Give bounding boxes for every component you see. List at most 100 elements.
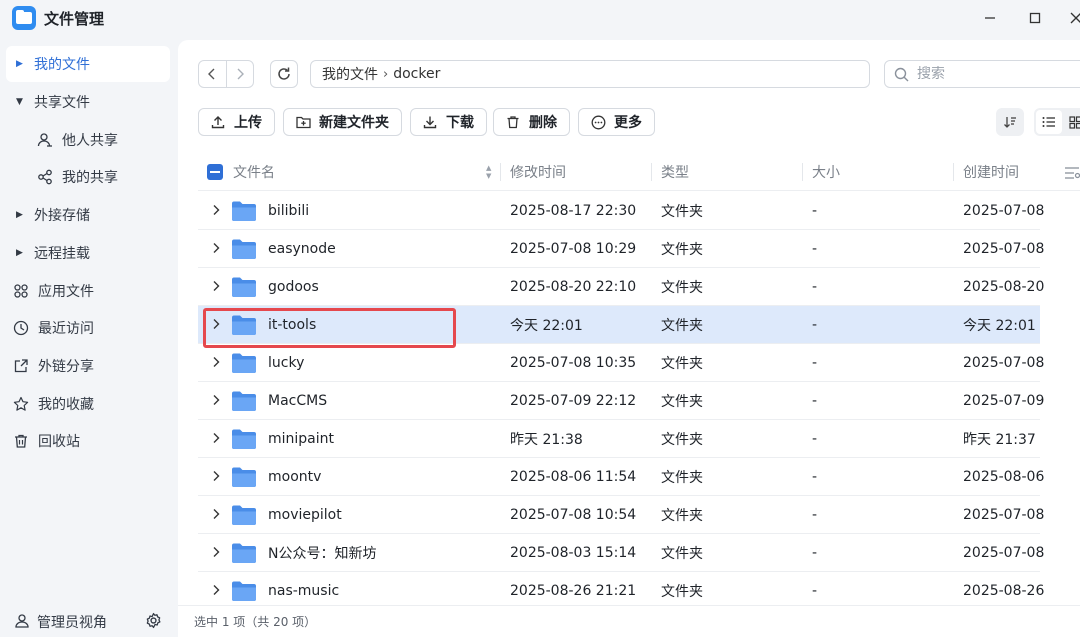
delete-button[interactable]: 删除 — [493, 108, 570, 136]
caret-down-icon[interactable]: ▼ — [16, 97, 30, 107]
column-header-size[interactable]: 大小 — [812, 153, 840, 191]
sidebar-item-recycle-bin[interactable]: 回收站 — [6, 423, 170, 459]
file-name[interactable]: minipaint — [268, 420, 334, 458]
delete-label: 删除 — [529, 115, 557, 131]
expand-chevron-icon[interactable] — [210, 545, 222, 559]
created-time: 2025-07-08 — [963, 203, 1045, 219]
column-header-created[interactable]: 创建时间 — [963, 153, 1019, 191]
expand-chevron-icon[interactable] — [210, 469, 222, 483]
sidebar-item-shared-files[interactable]: ▼ 共享文件 — [6, 84, 170, 120]
table-row[interactable]: moviepilot 2025-07-08 10:54 文件夹 - 2025-0… — [198, 496, 1044, 534]
column-header-type[interactable]: 类型 — [661, 153, 689, 191]
file-name[interactable]: moviepilot — [268, 496, 342, 534]
breadcrumb-separator: › — [383, 66, 389, 82]
more-icon — [590, 115, 606, 130]
folder-icon — [231, 466, 257, 488]
app-title: 文件管理 — [44, 10, 105, 28]
expand-chevron-icon[interactable] — [210, 241, 222, 255]
expand-chevron-icon[interactable] — [210, 203, 222, 217]
sort-arrows-icon[interactable]: ▲ ▼ — [486, 164, 491, 180]
forward-button[interactable] — [225, 61, 254, 87]
upload-button[interactable]: 上传 — [198, 108, 275, 136]
sidebar-item-label: 远程挂载 — [34, 246, 90, 262]
sort-button[interactable] — [996, 108, 1024, 136]
table-row[interactable]: moontv 2025-08-06 11:54 文件夹 - 2025-08-06 — [198, 458, 1044, 496]
breadcrumb[interactable]: 我的文件 › docker — [310, 60, 870, 88]
sidebar-item-favorites[interactable]: 我的收藏 — [6, 386, 170, 422]
sidebar-item-my-files[interactable]: ▶ 我的文件 — [6, 46, 170, 82]
expand-chevron-icon[interactable] — [210, 583, 222, 597]
sidebar-item-external-share[interactable]: 外链分享 — [6, 348, 170, 384]
new-folder-button[interactable]: 新建文件夹 — [283, 108, 402, 136]
file-name[interactable]: MacCMS — [268, 382, 327, 420]
breadcrumb-item-my-files[interactable]: 我的文件 — [322, 64, 378, 84]
expand-chevron-icon[interactable] — [210, 393, 222, 407]
sidebar: ▶ 我的文件 ▼ 共享文件 他人共享 我的共享 ▶ 外接存储 ▶ 远程挂载 应用… — [0, 36, 178, 637]
search-box[interactable] — [884, 60, 1080, 88]
chevron-left-icon — [208, 68, 215, 80]
file-name[interactable]: lucky — [268, 344, 304, 382]
grid-view-button[interactable] — [1062, 110, 1080, 134]
status-bar: 选中 1 项（共 20 项） — [178, 605, 1080, 637]
list-view-button[interactable] — [1036, 110, 1062, 134]
apps-icon — [12, 283, 30, 299]
modified-time: 2025-08-06 11:54 — [510, 469, 637, 485]
folder-icon — [231, 352, 257, 374]
search-input[interactable] — [917, 66, 1067, 82]
column-settings-icon[interactable] — [1064, 166, 1080, 184]
sidebar-item-remote-mount[interactable]: ▶ 远程挂载 — [6, 235, 170, 271]
table-row[interactable]: lucky 2025-07-08 10:35 文件夹 - 2025-07-08 — [198, 344, 1044, 382]
table-row[interactable]: minipaint 昨天 21:38 文件夹 - 昨天 21:37 — [198, 420, 1040, 458]
caret-right-icon[interactable]: ▶ — [16, 210, 30, 220]
back-button[interactable] — [199, 61, 226, 87]
modified-time: 2025-07-09 22:12 — [510, 393, 637, 409]
gear-icon[interactable] — [145, 612, 162, 633]
file-name[interactable]: easynode — [268, 230, 336, 268]
column-divider — [500, 163, 501, 181]
expand-chevron-icon[interactable] — [210, 279, 222, 293]
title-bar: 文件管理 — [0, 0, 1080, 36]
caret-right-icon[interactable]: ▶ — [16, 248, 30, 258]
file-manager-logo-icon — [12, 6, 36, 30]
download-button[interactable]: 下载 — [410, 108, 487, 136]
table-row[interactable]: godoos 2025-08-20 22:10 文件夹 - 2025-08-20 — [198, 268, 1044, 306]
admin-user-icon — [14, 613, 30, 633]
download-label: 下载 — [446, 115, 474, 131]
table-row[interactable]: N公众号：知新坊 2025-08-03 15:14 文件夹 - 2025-07-… — [198, 534, 1044, 572]
search-icon — [894, 67, 909, 81]
admin-view-toggle[interactable]: 管理员视角 — [37, 612, 107, 632]
sidebar-item-recent[interactable]: 最近访问 — [6, 310, 170, 346]
expand-chevron-icon[interactable] — [210, 355, 222, 369]
sidebar-item-label: 外接存储 — [34, 208, 90, 224]
refresh-button[interactable] — [270, 60, 298, 88]
upload-icon — [210, 115, 226, 129]
file-name[interactable]: godoos — [268, 268, 319, 306]
breadcrumb-item-docker[interactable]: docker — [393, 66, 440, 82]
select-all-checkbox[interactable] — [207, 164, 223, 180]
column-header-name[interactable]: 文件名 — [233, 153, 275, 191]
table-row[interactable]: MacCMS 2025-07-09 22:12 文件夹 - 2025-07-09 — [198, 382, 1044, 420]
folder-icon — [231, 238, 257, 260]
column-header-modified[interactable]: 修改时间 — [510, 153, 566, 191]
expand-chevron-icon[interactable] — [210, 507, 222, 521]
expand-chevron-icon[interactable] — [210, 431, 222, 445]
file-name[interactable]: N公众号：知新坊 — [268, 534, 376, 572]
more-button[interactable]: 更多 — [578, 108, 655, 136]
file-name[interactable]: moontv — [268, 458, 321, 496]
sidebar-item-label: 最近访问 — [38, 321, 94, 337]
sidebar-item-others-shared[interactable]: 他人共享 — [6, 122, 170, 158]
table-row[interactable]: bilibili 2025-08-17 22:30 文件夹 - 2025-07-… — [198, 192, 1044, 230]
created-time: 2025-07-08 — [963, 355, 1045, 371]
close-button[interactable] — [1062, 4, 1080, 32]
folder-icon — [231, 276, 257, 298]
sidebar-item-my-shares[interactable]: 我的共享 — [6, 159, 170, 195]
table-row[interactable]: easynode 2025-07-08 10:29 文件夹 - 2025-07-… — [198, 230, 1044, 268]
modified-time: 2025-07-08 10:35 — [510, 355, 637, 371]
maximize-button[interactable] — [1021, 4, 1049, 32]
file-size: - — [812, 279, 818, 295]
sidebar-item-app-files[interactable]: 应用文件 — [6, 273, 170, 309]
minimize-button[interactable] — [976, 4, 1004, 32]
file-name[interactable]: bilibili — [268, 192, 309, 230]
sidebar-item-external-storage[interactable]: ▶ 外接存储 — [6, 197, 170, 233]
caret-right-icon[interactable]: ▶ — [16, 59, 30, 69]
